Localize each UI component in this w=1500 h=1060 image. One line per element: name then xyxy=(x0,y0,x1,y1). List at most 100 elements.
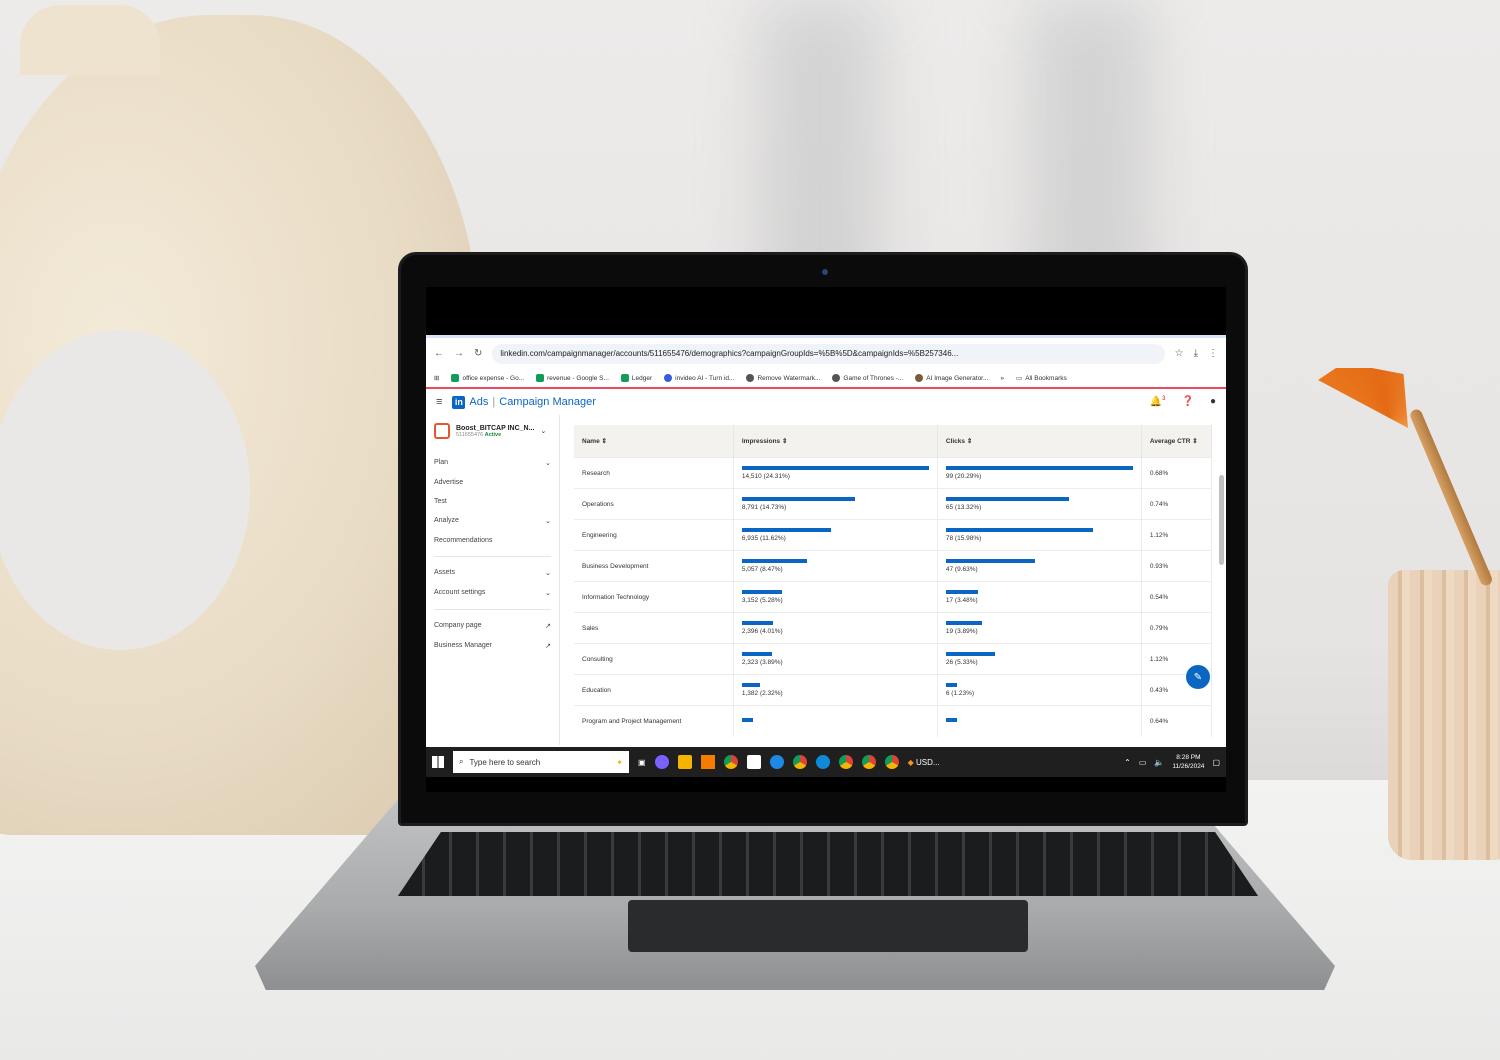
notification-bell-icon[interactable]: 🔔3 xyxy=(1150,396,1166,407)
currency-widget[interactable]: ◆ USD... xyxy=(908,758,940,767)
hamburger-menu-icon[interactable]: ≡ xyxy=(436,396,442,408)
ctr-cell: 0.74% xyxy=(1141,488,1213,520)
sidebar-item-label: Business Manager xyxy=(434,642,492,649)
clicks-value: 26 (5.33%) xyxy=(945,659,978,666)
sidebar-item-analyze[interactable]: Analyze ⌄ xyxy=(434,511,551,531)
reload-icon[interactable]: ↻ xyxy=(474,348,482,359)
header-label: Average CTR xyxy=(1149,438,1191,445)
chat-button[interactable]: ✎ xyxy=(1186,665,1210,689)
clock-time: 8:28 PM xyxy=(1176,754,1201,761)
brand[interactable]: in Ads | Campaign Manager xyxy=(452,395,596,409)
clicks-value: 47 (9.63%) xyxy=(945,566,978,573)
sidebar-item-label: Assets xyxy=(434,569,456,576)
speaker-icon[interactable]: 🔈 xyxy=(1154,758,1164,767)
avatar[interactable]: ● xyxy=(1210,396,1216,407)
sidebar-item-company-page[interactable]: Company page ↗ xyxy=(434,616,551,636)
edge-icon[interactable] xyxy=(815,755,830,769)
sidebar-item-advertise[interactable]: Advertise xyxy=(434,473,551,492)
bookmarks-overflow[interactable]: » xyxy=(1000,375,1004,382)
name-cell: Operations xyxy=(574,488,734,520)
name-cell: Business Development xyxy=(574,550,734,582)
chevron-down-icon[interactable]: ⌄ xyxy=(540,427,546,435)
taskbar-search[interactable]: ⌕ Type here to search ✦ xyxy=(453,751,629,773)
bookmark-item[interactable]: AI Image Generator... xyxy=(915,374,988,382)
bookmark-item[interactable]: invideo AI - Turn id... xyxy=(664,374,734,382)
column-header-ctr[interactable]: Average CTR ⇕ xyxy=(1141,425,1213,458)
copilot-icon[interactable] xyxy=(654,755,669,769)
account-id: 511655476 xyxy=(456,431,484,438)
forward-icon[interactable]: → xyxy=(454,348,464,359)
ctr-cell: 0.93% xyxy=(1141,550,1213,582)
url-field[interactable]: linkedin.com/campaignmanager/accounts/51… xyxy=(492,343,1165,364)
back-icon[interactable]: ← xyxy=(434,348,444,359)
clicks-value: 19 (3.89%) xyxy=(945,628,978,635)
header-icons: 🔔3 ❓ ● xyxy=(1150,396,1216,407)
download-icon[interactable]: ⤓ xyxy=(1194,348,1198,359)
clock[interactable]: 8:28 PM 11/26/2024 xyxy=(1172,753,1204,771)
bookmark-item[interactable]: Game of Thrones -... xyxy=(832,374,903,382)
clicks-bar xyxy=(945,717,957,722)
windows-start-icon[interactable] xyxy=(432,756,444,768)
sidebar-item-test[interactable]: Test xyxy=(434,492,551,511)
table-row: Education 1,382 (2.32%) 6 (1.23%) 0.43% xyxy=(574,674,1213,706)
bookmark-item[interactable]: revenue - Google S... xyxy=(536,374,609,382)
help-icon[interactable]: ❓ xyxy=(1182,396,1194,407)
sheets-icon xyxy=(451,374,460,382)
notifications-icon[interactable]: ▢ xyxy=(1212,758,1220,767)
clicks-bar xyxy=(945,497,1069,501)
clock-date: 11/26/2024 xyxy=(1172,763,1205,770)
app-icon[interactable] xyxy=(769,755,784,769)
chevron-up-icon[interactable]: ⌃ xyxy=(1124,758,1131,767)
name-cell: Information Technology xyxy=(574,581,734,613)
sidebar-item-account-settings[interactable]: Account settings ⌄ xyxy=(434,583,551,603)
paintbrush-handle xyxy=(1408,407,1494,588)
table-row: Research 14,510 (24.31%) 99 (20.29%) 0.68% xyxy=(574,457,1213,489)
vlc-icon[interactable] xyxy=(700,755,715,769)
clicks-bar xyxy=(945,559,1035,563)
vase-hole xyxy=(0,330,250,650)
column-header-name[interactable]: Name ⇕ xyxy=(574,425,734,458)
bookmark-label: revenue - Google S... xyxy=(547,374,609,382)
impressions-cell: 6,935 (11.62%) xyxy=(733,519,938,551)
chrome-icon[interactable] xyxy=(838,755,853,769)
file-explorer-icon[interactable] xyxy=(677,755,692,769)
table-row: Operations 8,791 (14.73%) 65 (13.32%) 0.74% xyxy=(574,488,1213,520)
menu-kebab-icon[interactable]: ⋮ xyxy=(1208,348,1218,359)
clicks-bar xyxy=(945,652,995,656)
column-header-clicks[interactable]: Clicks ⇕ xyxy=(937,425,1142,458)
sidebar-divider xyxy=(434,556,551,557)
impressions-bar xyxy=(741,717,754,722)
name-cell: Program and Project Management xyxy=(574,705,734,737)
chrome-icon[interactable] xyxy=(884,755,899,769)
all-bookmarks[interactable]: ▭ All Bookmarks xyxy=(1016,374,1067,383)
browser-window: ← → ↻ linkedin.com/campaignmanager/accou… xyxy=(426,335,1226,747)
battery-icon[interactable]: ▭ xyxy=(1139,758,1147,767)
account-selector[interactable]: Boost_BITCAP INC_N... 511655476 Active ⌄ xyxy=(434,423,551,439)
external-link-icon: ↗ xyxy=(545,623,551,630)
sidebar-item-recommendations[interactable]: Recommendations xyxy=(434,531,551,550)
bookmark-item[interactable]: Remove Watermark... xyxy=(746,374,820,382)
bookmark-item[interactable]: Ledger xyxy=(620,374,653,382)
star-icon[interactable]: ☆ xyxy=(1175,348,1184,359)
chrome-icon[interactable] xyxy=(723,755,738,769)
chrome-icon[interactable] xyxy=(792,755,807,769)
sidebar-item-assets[interactable]: Assets ⌄ xyxy=(434,563,551,583)
bookmarks-bar: ⊞ office expense - Go... revenue - Googl… xyxy=(426,369,1226,389)
clicks-cell: 65 (13.32%) xyxy=(937,488,1142,520)
bookmark-label: Ledger xyxy=(631,374,653,382)
sidebar-item-label: Plan xyxy=(434,459,449,466)
brand-ads: Ads xyxy=(469,396,489,408)
sidebar-item-plan[interactable]: Plan ⌄ xyxy=(434,453,551,473)
scrollbar[interactable] xyxy=(1219,475,1224,565)
apps-icon[interactable]: ⊞ xyxy=(434,374,439,382)
column-header-impressions[interactable]: Impressions ⇕ xyxy=(733,425,938,458)
sidebar-item-business-manager[interactable]: Business Manager ↗ xyxy=(434,636,551,656)
task-view-icon[interactable]: ▣ xyxy=(638,758,646,767)
clicks-value: 65 (13.32%) xyxy=(945,504,982,511)
bookmark-item[interactable]: office expense - Go... xyxy=(451,374,524,382)
paintbrush-bristles xyxy=(1318,368,1408,428)
sidebar-group-links: Company page ↗ Business Manager ↗ xyxy=(434,616,551,656)
chrome-icon[interactable] xyxy=(861,755,876,769)
capcut-icon[interactable] xyxy=(746,755,761,769)
clicks-bar xyxy=(945,621,982,625)
